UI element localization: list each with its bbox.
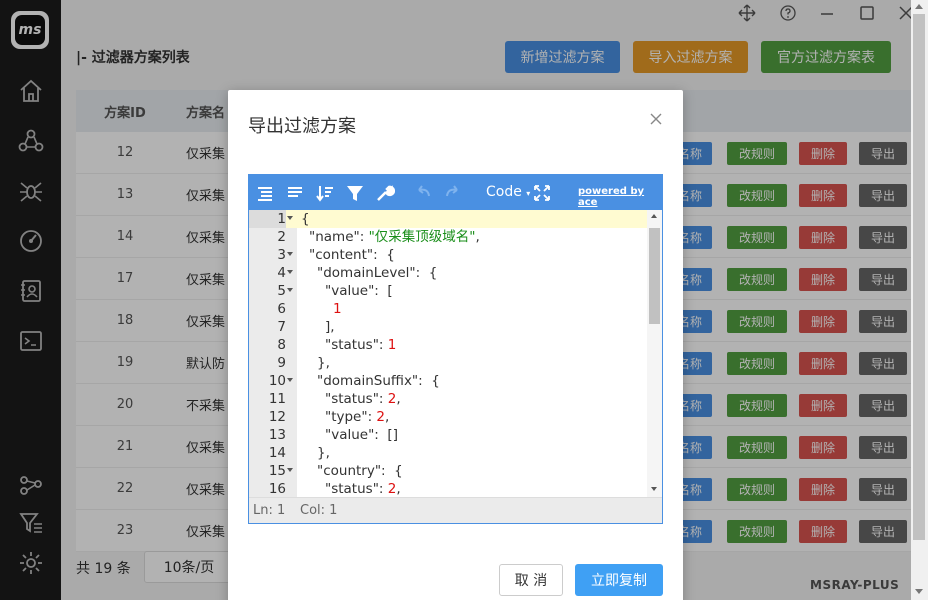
code-punct: { <box>389 463 403 479</box>
line-number: 9 <box>277 355 286 371</box>
code-line: 16 "status": 2, <box>249 480 662 497</box>
code-line: 9}, <box>249 354 662 372</box>
json-number: 2 <box>376 409 386 425</box>
line-number: 2 <box>277 229 286 245</box>
page-scroll-thumb[interactable] <box>913 14 925 540</box>
code-line: 5 "value": [ <box>249 282 662 300</box>
json-key: "value" <box>325 427 375 443</box>
code-punct: { <box>381 247 395 263</box>
line-number: 4 <box>277 265 286 281</box>
json-key: "value" <box>325 283 375 299</box>
code-line: 11 "status": 2, <box>249 390 662 408</box>
editor-statusbar: Ln: 1 Col: 1 <box>249 497 662 523</box>
line-number: 8 <box>277 337 286 353</box>
line-number: 14 <box>268 445 286 461</box>
scroll-down-arrow[interactable] <box>915 589 923 594</box>
code-punct: { <box>301 211 310 227</box>
line-number: 1 <box>249 210 286 228</box>
code-line: 7], <box>249 318 662 336</box>
dialog-title: 导出过滤方案 <box>248 116 356 137</box>
line-number: 6 <box>277 301 286 317</box>
code-line: 10 "domainSuffix": { <box>249 372 662 390</box>
json-key: "status" <box>325 391 379 407</box>
json-key: "status" <box>325 337 379 353</box>
code-punct: }, <box>317 445 330 461</box>
code-punct: , <box>475 229 480 245</box>
line-number: 16 <box>268 481 286 497</box>
code-line: 3 "content": { <box>249 246 662 264</box>
line-number: 11 <box>268 391 286 407</box>
json-key: "name" <box>309 229 360 245</box>
code-line: 13 "value": [] <box>249 426 662 444</box>
format-icon[interactable] <box>255 183 275 203</box>
editor-scroll-up-icon[interactable] <box>651 214 657 218</box>
fold-arrow-icon[interactable] <box>287 270 293 274</box>
editor-scrollbar[interactable] <box>647 210 662 497</box>
json-key: "country" <box>317 463 382 479</box>
repair-wrench-icon[interactable] <box>375 183 396 203</box>
export-filter-dialog: 导出过滤方案 Code ▾ powered by ace 1 {2 "name… <box>228 90 683 600</box>
code-punct: , <box>396 481 401 497</box>
json-number: 1 <box>333 301 342 317</box>
editor-body[interactable]: 1{2 "name": "仅采集顶级域名", 3 "content": {4 "doma… <box>249 210 662 497</box>
line-number: 12 <box>268 409 286 425</box>
code-line: 8 "status": 1 <box>249 336 662 354</box>
json-key: "domainSuffix" <box>317 373 419 389</box>
mode-selector[interactable]: Code ▾ <box>486 184 530 200</box>
cursor-column: Col: 1 <box>300 503 338 518</box>
powered-by-link[interactable]: powered by ace <box>578 186 662 208</box>
line-number: 3 <box>277 247 286 263</box>
close-icon[interactable] <box>649 112 663 126</box>
fold-arrow-icon[interactable] <box>287 468 293 472</box>
editor-toolbar: Code ▾ powered by ace <box>249 175 662 210</box>
json-key: "content" <box>309 247 374 263</box>
code-line: 61 <box>249 300 662 318</box>
code-punct: ], <box>325 319 335 335</box>
json-key: "status" <box>325 481 379 497</box>
code-punct: , <box>385 409 390 425</box>
editor-scroll-thumb[interactable] <box>649 228 660 324</box>
scroll-up-arrow[interactable] <box>915 4 923 9</box>
code-line: 2 "name": "仅采集顶级域名", <box>249 228 662 246</box>
compact-icon[interactable] <box>285 183 305 203</box>
line-number: 10 <box>268 373 286 389</box>
copy-now-button[interactable]: 立即复制 <box>575 564 663 596</box>
code-punct: }, <box>317 355 330 371</box>
fold-arrow-icon[interactable] <box>287 378 293 382</box>
page-scrollbar[interactable] <box>911 0 928 600</box>
code-line: 1{ <box>249 210 662 228</box>
line-number: 13 <box>268 427 286 443</box>
json-editor: Code ▾ powered by ace 1{2 "name": "仅采集顶级域… <box>248 174 663 524</box>
mode-label: Code <box>486 184 522 200</box>
json-key: "type" <box>325 409 368 425</box>
code-line: 15 "country": { <box>249 462 662 480</box>
undo-icon[interactable] <box>413 183 433 203</box>
sort-icon[interactable] <box>315 183 335 203</box>
filter-icon[interactable] <box>345 183 365 203</box>
line-number: 15 <box>268 463 286 479</box>
json-string: "仅采集顶级域名" <box>368 229 476 245</box>
code-punct: [] <box>383 427 398 443</box>
code-punct: { <box>424 265 438 281</box>
line-number: 5 <box>277 283 286 299</box>
line-number: 7 <box>277 319 286 335</box>
cursor-line: Ln: 1 <box>253 503 286 518</box>
fold-arrow-icon[interactable] <box>287 288 293 292</box>
fold-arrow-icon[interactable] <box>287 252 293 256</box>
redo-icon[interactable] <box>443 183 463 203</box>
code-line: 4 "domainLevel": { <box>249 264 662 282</box>
code-punct: { <box>427 373 440 389</box>
fold-arrow-icon[interactable] <box>287 216 293 220</box>
cancel-button[interactable]: 取 消 <box>499 564 563 596</box>
json-key: "domainLevel" <box>317 265 416 281</box>
json-number: 1 <box>387 337 397 353</box>
code-line: 12 "type": 2, <box>249 408 662 426</box>
code-line: 14}, <box>249 444 662 462</box>
editor-scroll-down-icon[interactable] <box>651 487 657 491</box>
code-punct: [ <box>383 283 393 299</box>
code-punct: , <box>396 391 401 407</box>
fullscreen-icon[interactable] <box>532 183 552 203</box>
